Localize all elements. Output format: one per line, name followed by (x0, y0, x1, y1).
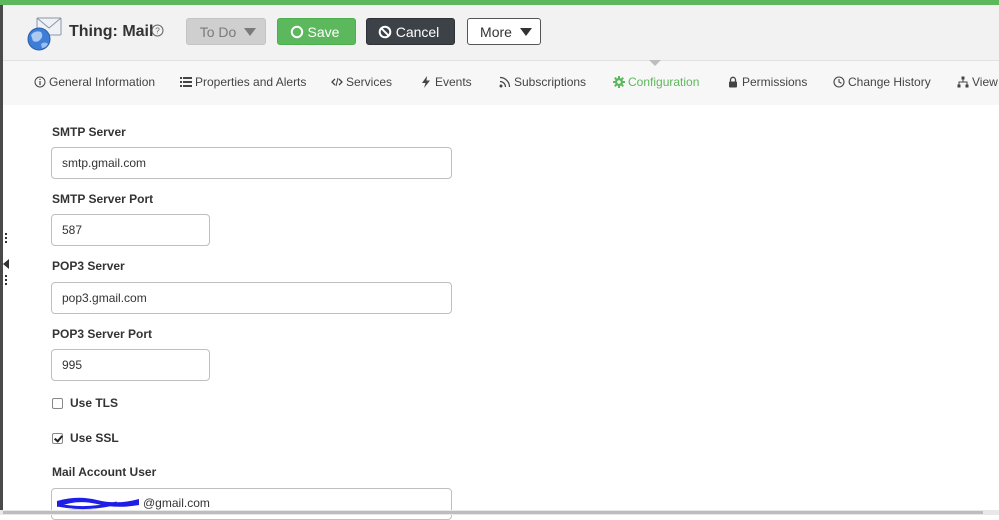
pop3-port-label: POP3 Server Port (52, 327, 153, 341)
more-button[interactable]: More (467, 18, 541, 45)
panel-collapse-handle[interactable] (3, 233, 9, 293)
pop3-port-input[interactable] (51, 349, 210, 381)
ban-icon (378, 25, 392, 38)
tab-view[interactable]: View (957, 75, 998, 89)
todo-button[interactable]: To Do (186, 18, 266, 45)
tab-label: Properties and Alerts (195, 75, 307, 89)
smtp-port-input[interactable] (51, 214, 210, 246)
thing-header: Thing: Mail ? To Do Save Cancel More (3, 5, 999, 60)
tab-general-information[interactable]: General Information (34, 75, 155, 89)
code-icon (331, 77, 343, 87)
pop3-server-label: POP3 Server (52, 259, 125, 273)
tab-label: Change History (848, 75, 931, 89)
mail-user-label: Mail Account User (52, 465, 157, 479)
use-tls-checkbox[interactable] (52, 397, 63, 409)
list-icon (180, 77, 192, 87)
hierarchy-icon (957, 76, 969, 88)
tab-change-history[interactable]: Change History (833, 75, 931, 89)
tab-permissions[interactable]: Permissions (727, 75, 807, 89)
cancel-button-label: Cancel (395, 23, 440, 40)
page-title: Thing: Mail (69, 23, 154, 40)
tab-label: Services (346, 75, 393, 89)
grip-dots-bottom (5, 275, 7, 287)
smtp-server-label: SMTP Server (52, 125, 126, 139)
use-ssl-checkbox[interactable] (52, 432, 63, 444)
tab-configuration[interactable]: Configuration (613, 75, 699, 89)
save-button[interactable]: Save (277, 18, 356, 45)
horizontal-scrollbar[interactable] (0, 510, 999, 515)
help-icon[interactable]: ? (151, 24, 164, 37)
tab-label: General Information (49, 75, 156, 89)
lock-icon (729, 76, 737, 88)
scrollbar-thumb[interactable] (3, 511, 983, 514)
circle-icon (290, 25, 303, 38)
active-tab-pointer (649, 60, 661, 66)
caret-down-icon (519, 27, 532, 36)
save-button-label: Save (307, 23, 340, 40)
gear-icon (613, 76, 625, 88)
use-tls-row: Use TLS (52, 396, 118, 410)
svg-text:?: ? (155, 26, 160, 36)
tab-properties-and-alerts[interactable]: Properties and Alerts (180, 75, 306, 89)
grip-dots-top (5, 233, 7, 245)
mail-user-value: @gmail.com (143, 496, 210, 510)
collapse-arrow-icon[interactable] (3, 259, 9, 269)
pop3-server-input[interactable] (51, 282, 452, 314)
caret-down-icon (244, 27, 257, 36)
rss-icon (499, 76, 511, 88)
tab-services[interactable]: Services (331, 75, 392, 89)
more-button-label: More (480, 23, 512, 40)
tab-label: View (972, 75, 998, 89)
use-ssl-row: Use SSL (52, 431, 119, 445)
tab-events[interactable]: Events (420, 75, 472, 89)
todo-button-label: To Do (199, 23, 237, 40)
clock-icon (833, 76, 845, 88)
use-tls-label: Use TLS (70, 396, 119, 410)
use-ssl-label: Use SSL (70, 431, 119, 445)
tab-label: Permissions (742, 75, 808, 89)
smtp-server-input[interactable] (51, 147, 452, 179)
mail-thing-icon (25, 14, 65, 54)
tab-label: Events (435, 75, 472, 89)
tab-subscriptions[interactable]: Subscriptions (499, 75, 586, 89)
tab-label: Configuration (628, 75, 700, 89)
tab-bar: General Information Properties and Alert… (3, 60, 999, 105)
tab-label: Subscriptions (514, 75, 587, 89)
smtp-port-label: SMTP Server Port (52, 192, 154, 206)
cancel-button[interactable]: Cancel (366, 18, 455, 45)
lightning-icon (422, 76, 430, 88)
info-icon (34, 76, 46, 88)
